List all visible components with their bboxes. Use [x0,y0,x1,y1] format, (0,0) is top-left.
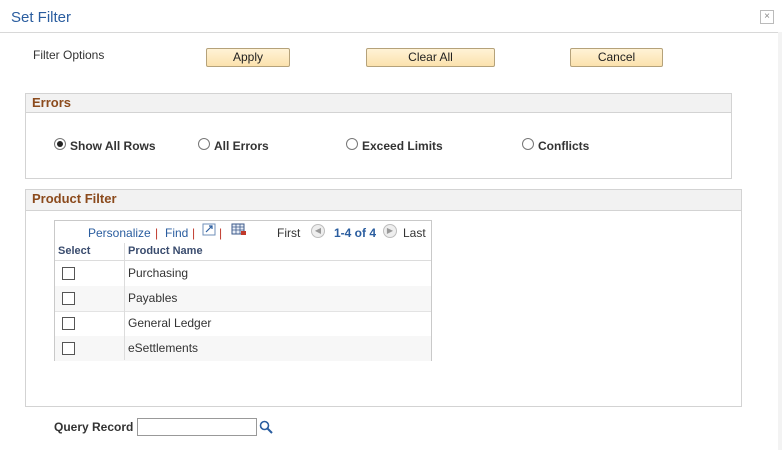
product-name-cell: Purchasing [128,266,189,280]
radio-label: Show All Rows [70,139,156,153]
radio-label: Exceed Limits [362,139,443,153]
row-select-checkbox[interactable] [62,317,75,330]
product-filter-title: Product Filter [32,191,117,206]
row-select-checkbox[interactable] [62,292,75,305]
product-name-cell: eSettlements [128,341,199,355]
nav-separator: | [155,226,159,240]
table-row: Purchasing [55,261,431,287]
row-range: 1-4 of 4 [334,226,377,240]
column-header-select: Select [58,245,91,257]
column-divider [124,243,125,360]
table-row: Payables [55,286,431,312]
dialog-title: Set Filter [11,9,72,26]
last-label: Last [403,226,426,240]
radio-label: Conflicts [538,139,590,153]
table-row: eSettlements [55,336,431,361]
find-link[interactable]: Find [165,226,188,240]
filter-options-label: Filter Options [33,48,105,62]
grid-header-row: Select Product Name [55,243,431,261]
dialog-titlebar: Set Filter × [0,6,782,33]
clear-all-button[interactable]: Clear All [366,48,495,67]
nav-separator: | [219,226,223,240]
row-select-checkbox[interactable] [62,342,75,355]
grid-navigation-bar: Personalize | Find | | First ◀ 1-4 of 4 … [55,221,431,243]
product-name-cell: Payables [128,291,178,305]
radio-button[interactable] [346,138,358,150]
query-record-label: Query Record [54,420,134,434]
table-row: General Ledger [55,311,431,337]
personalize-link[interactable]: Personalize [88,226,151,240]
previous-arrow-icon[interactable]: ◀ [311,224,325,238]
product-grid: Personalize | Find | | First ◀ 1-4 of 4 … [54,220,432,361]
query-record-input[interactable] [137,418,257,436]
errors-header: Errors [26,94,731,113]
errors-title: Errors [32,95,72,110]
radio-label: All Errors [214,139,269,153]
radio-button[interactable] [198,138,210,150]
download-excel-icon[interactable] [231,223,247,236]
dialog-scroll-track[interactable] [778,32,782,450]
column-header-product-name: Product Name [128,245,203,257]
radio-button[interactable] [522,138,534,150]
product-filter-header: Product Filter [26,190,741,211]
radio-button[interactable] [54,138,66,150]
first-label: First [277,226,301,240]
next-arrow-icon[interactable]: ▶ [383,224,397,238]
view-all-icon[interactable] [202,223,216,236]
apply-button[interactable]: Apply [206,48,290,67]
close-icon[interactable]: × [760,10,774,24]
product-name-cell: General Ledger [128,316,212,330]
magnifier-icon[interactable] [259,420,273,434]
cancel-button[interactable]: Cancel [570,48,663,67]
row-select-checkbox[interactable] [62,267,75,280]
nav-separator: | [192,226,196,240]
errors-group: Errors [25,93,732,179]
